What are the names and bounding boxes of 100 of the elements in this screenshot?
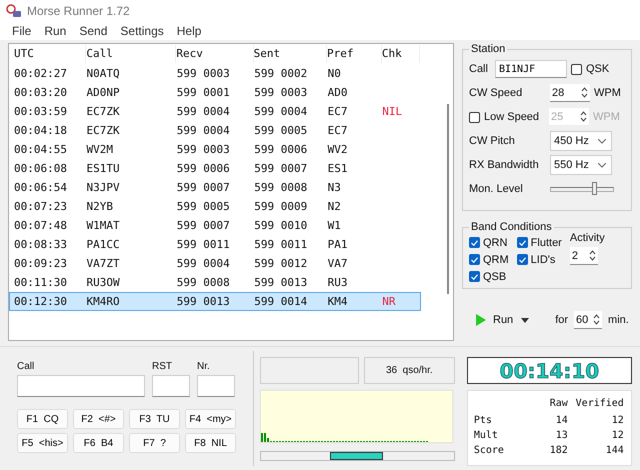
table-cell-text: 599 0003 [176,143,231,156]
function-key-button[interactable]: F4 <my> [185,409,236,429]
table-cell-text: N0 [328,67,342,80]
checkbox[interactable] [516,237,528,248]
table-cell-text: 00:04:18 [14,124,68,137]
column-header[interactable]: Recv [176,45,254,63]
table-cell-text: 599 0014 [254,295,308,308]
table-cell-text: 599 0007 [176,181,231,194]
checkbox[interactable] [516,254,528,265]
app-icon [6,4,22,18]
spinner-arrows-icon[interactable] [580,111,587,122]
table-cell-text: 599 0010 [254,219,308,232]
unit-label: min. [608,314,629,326]
spinner-arrows-icon[interactable] [593,314,600,325]
pitch-dropdown[interactable]: 450 Hz [550,131,612,151]
run-button[interactable]: Run [474,312,516,328]
column-header[interactable]: Chk [382,45,420,63]
checkbox[interactable] [469,112,480,122]
table-cell-text: N2 [328,200,342,213]
table-cell-text: W1 [328,219,342,232]
table-cell-text: EC7 [328,105,349,118]
activity-spinner[interactable]: 2 [570,247,598,265]
table-cell-text: N0ATQ [86,67,121,80]
table-cell-text: 599 0001 [176,86,231,99]
dropdown-icon[interactable] [521,318,530,322]
column-header[interactable]: Sent [254,45,328,63]
function-key-button[interactable]: F1 CQ [17,409,68,429]
field-label: RST [152,361,173,372]
play-icon [476,314,486,326]
field-label: CW Pitch [469,135,516,147]
function-key-button[interactable]: F2 <#> [73,409,124,429]
minutes-spinner[interactable]: 60 [574,311,602,329]
chevron-down-icon[interactable] [598,138,606,144]
checkbox-label: Flutter [530,236,562,248]
level-slider[interactable] [550,182,614,196]
menu-item[interactable]: Send [79,24,108,38]
checkbox-label: QSB [483,270,506,282]
table-cell-text: 12 [610,430,624,441]
table-cell-text: 599 0011 [254,238,308,251]
table-cell-text: 599 0013 [254,276,308,289]
function-key-button[interactable]: F8 NIL [185,433,236,453]
table-cell-text: ES1TU [86,162,121,175]
table-cell-text: 00:11:30 [14,276,68,289]
table-cell-text: 00:02:27 [14,67,68,80]
column-header[interactable]: Call [86,45,176,63]
checkbox[interactable] [571,64,582,74]
checkbox-label: QRM [483,254,509,266]
function-key-button[interactable]: F3 TU [129,409,180,429]
menu-item[interactable]: Help [176,24,202,38]
table-cell-text: 599 0006 [254,143,308,156]
table-cell-text: 13 [554,430,568,441]
field-label: Mon. Level [469,183,524,195]
call-field[interactable]: BI1NJF [495,60,567,78]
table-cell-text: 00:03:59 [14,105,68,118]
group-title: Band Conditions [470,221,553,233]
table-cell-text: N3 [328,181,342,194]
field-label: RX Bandwidth [469,159,540,171]
rst-input[interactable] [152,375,190,397]
spinner-arrows-icon[interactable] [581,87,588,98]
table-cell-text: 599 0002 [254,67,308,80]
window-title: Morse Runner 1.72 [27,4,130,18]
row-label: Pts [474,415,493,426]
menu-item[interactable]: Run [44,24,66,38]
chevron-down-icon[interactable] [598,162,606,168]
unit-label: WPM [594,87,621,99]
menu-item[interactable]: Settings [120,24,164,38]
checkbox[interactable] [469,237,480,248]
table-cell-text: EC7ZK [86,105,121,118]
field-label: CW Speed [469,87,524,99]
menu-item[interactable]: File [12,24,32,38]
table-cell-text: EC7ZK [86,124,121,137]
bandwidth-dropdown[interactable]: 550 Hz [550,155,612,175]
checkbox[interactable] [469,254,480,265]
table-cell-text: 599 0009 [254,200,308,213]
column-header[interactable]: UTC [14,45,86,63]
selected-row[interactable]: 00:12:30 KM4RO 599 0013 599 0014 KM4 NR [9,292,421,311]
table-cell-text: VA7ZT [86,257,121,270]
column-header[interactable]: Pref [327,45,382,63]
table-cell-text: WV2 [328,143,349,156]
checkbox[interactable] [469,271,480,282]
nr-input[interactable] [197,375,235,397]
table-cell-text: 14 [554,415,568,426]
function-key-button[interactable]: F5 <his> [17,433,68,453]
speed-spinner[interactable]: 28 [550,84,590,102]
function-key-button[interactable]: F6 B4 [73,433,124,453]
table-cell-text: PA1CC [86,238,121,251]
table-cell-text: 00:03:20 [14,86,68,99]
checkbox-label: QSK [586,63,610,75]
table-cell-text: 599 0004 [254,105,308,118]
table-cell-text: 00:06:08 [14,162,68,175]
table-cell-text: 182 [548,445,568,456]
table-cell-text: 599 0003 [176,67,231,80]
function-key-button[interactable]: F7 ? [129,433,180,453]
call-input[interactable] [17,375,145,397]
table-cell-text: 599 0007 [176,219,231,232]
table-cell-text: NIL [382,105,404,118]
table-cell-text: N2YB [86,200,114,213]
table-cell-text: 00:06:54 [14,181,68,194]
table-cell-text: 00:12:30 [14,295,68,308]
spinner-arrows-icon[interactable] [588,250,596,261]
